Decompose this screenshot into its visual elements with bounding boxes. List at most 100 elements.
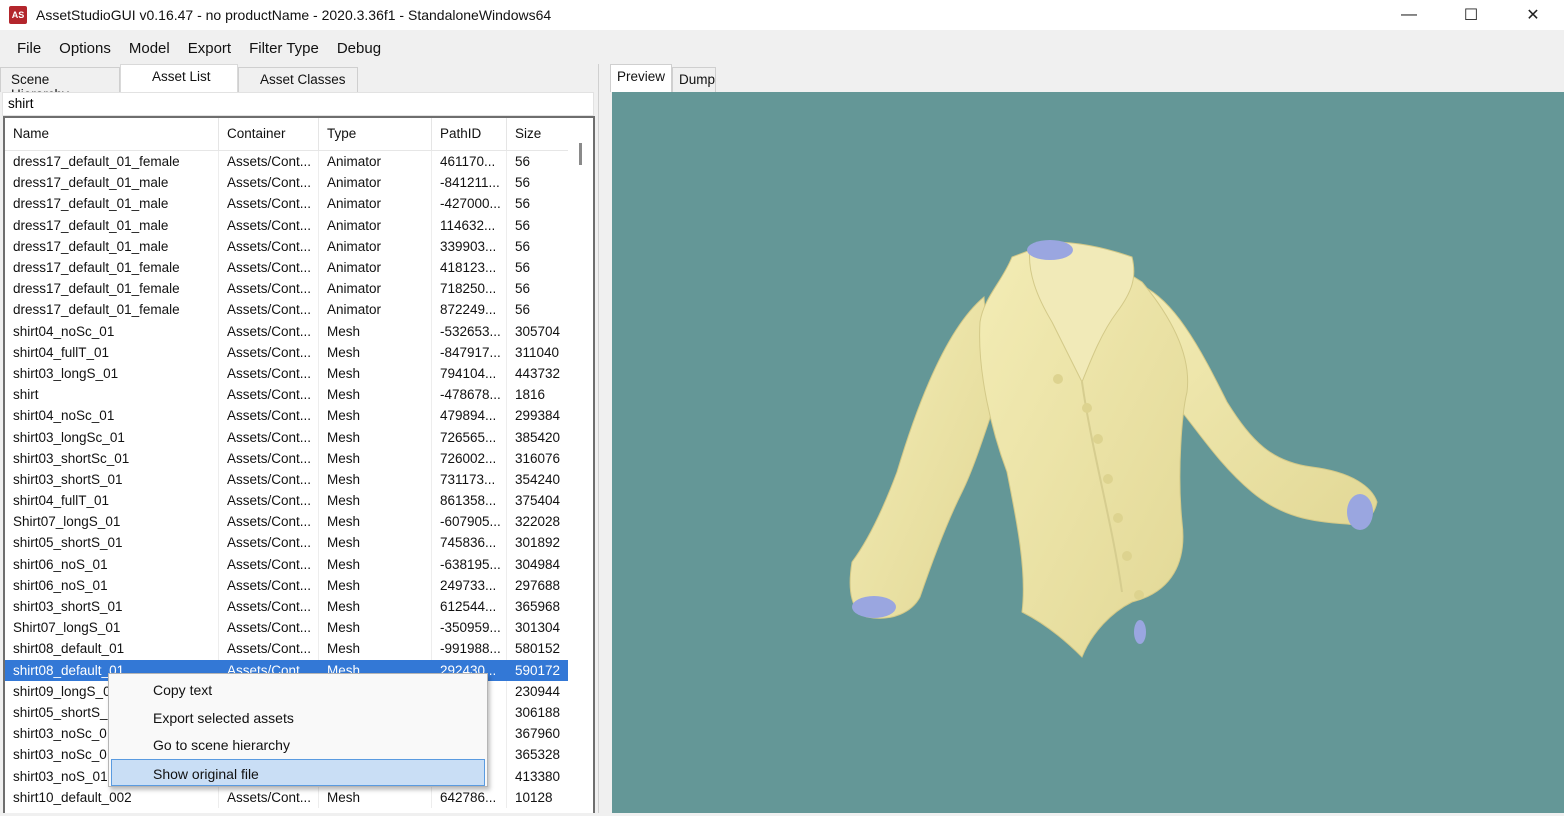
tab-scene-hierarchy[interactable]: Scene Hierarchy	[0, 67, 120, 102]
ctx-show-original-file[interactable]: Show original file	[111, 758, 485, 786]
row-pathid-cell: -427000...	[432, 193, 507, 215]
row-size-cell: 365328	[507, 744, 569, 766]
shirt-button	[1134, 590, 1144, 600]
table-row[interactable]: dress17_default_01_female Assets/Cont... A…	[5, 299, 571, 321]
row-name-cell: shirt03_shortSc_01	[5, 447, 219, 469]
table-row[interactable]: Shirt07_longS_01 Assets/Cont... Mesh -60790…	[5, 511, 571, 533]
row-pathid-cell: -841211...	[432, 172, 507, 194]
table-row[interactable]: shirt06_noS_01 Assets/Cont... Mesh -638195.…	[5, 553, 571, 575]
table-row[interactable]: dress17_default_01_male Assets/Cont... Ani…	[5, 172, 571, 194]
row-name-cell: shirt10_default_002	[5, 786, 219, 808]
table-row[interactable]: shirt04_noSc_01 Assets/Cont... Mesh -532653…	[5, 320, 571, 342]
row-type-cell: Mesh	[319, 384, 432, 406]
shirt-button	[1093, 434, 1103, 444]
left-cuff-opening	[852, 596, 896, 618]
table-row[interactable]: shirt04_fullT_01 Assets/Cont... Mesh -84791…	[5, 341, 571, 363]
row-container-cell: Assets/Cont...	[219, 786, 319, 808]
table-row[interactable]: dress17_default_01_female Assets/Cont... A…	[5, 256, 571, 279]
table-row[interactable]: shirt10_default_002 Assets/Cont... Mesh 642…	[5, 786, 571, 808]
preview-viewport[interactable]	[612, 92, 1564, 813]
ctx-export-selected-assets[interactable]: Export selected assets	[109, 704, 487, 732]
row-size-cell: 443732	[507, 362, 569, 385]
close-button[interactable]: ✕	[1502, 0, 1564, 30]
row-container-cell: Assets/Cont...	[219, 553, 319, 575]
row-container-cell: Assets/Cont...	[219, 490, 319, 512]
row-pathid-cell: -532653...	[432, 320, 507, 342]
minimize-button[interactable]: —	[1378, 0, 1440, 30]
window-controls: — ☐ ✕	[1378, 0, 1564, 30]
table-row[interactable]: dress17_default_01_male Assets/Cont... Ani…	[5, 235, 571, 257]
row-name-cell: dress17_default_01_male	[5, 214, 219, 236]
tab-asset-list[interactable]: Asset List	[120, 64, 238, 92]
row-size-cell: 56	[507, 172, 569, 194]
table-row[interactable]: shirt03_shortS_01 Assets/Cont... Mesh 73117…	[5, 468, 571, 490]
table-row[interactable]: shirt03_longS_01 Assets/Cont... Mesh 794104…	[5, 362, 571, 385]
table-row[interactable]: shirt03_shortS_01 Assets/Cont... Mesh 61254…	[5, 595, 571, 618]
row-size-cell: 56	[507, 193, 569, 215]
table-row[interactable]: shirt06_noS_01 Assets/Cont... Mesh 249733..…	[5, 574, 571, 596]
table-row[interactable]: shirt04_noSc_01 Assets/Cont... Mesh 479894.…	[5, 405, 571, 427]
row-type-cell: Animator	[319, 151, 432, 173]
row-type-cell: Mesh	[319, 320, 432, 342]
vertical-scrollbar[interactable]	[568, 118, 593, 813]
row-size-cell: 56	[507, 256, 569, 279]
table-row[interactable]: shirt05_shortS_01 Assets/Cont... Mesh 74583…	[5, 532, 571, 554]
tab-preview[interactable]: Preview	[610, 64, 672, 92]
row-size-cell: 354240	[507, 468, 569, 490]
tab-dump[interactable]: Dump	[672, 67, 716, 92]
shirt-left-sleeve	[849, 295, 993, 619]
column-pathid[interactable]: PathID	[432, 118, 507, 150]
row-name-cell: dress17_default_01_female	[5, 278, 219, 300]
table-row[interactable]: shirt04_fullT_01 Assets/Cont... Mesh 861358…	[5, 490, 571, 512]
row-container-cell: Assets/Cont...	[219, 214, 319, 236]
table-row[interactable]: dress17_default_01_male Assets/Cont... Ani…	[5, 214, 571, 236]
ctx-go-to-scene-hierarchy[interactable]: Go to scene hierarchy	[109, 731, 487, 759]
row-size-cell: 56	[507, 151, 569, 173]
menu-debug[interactable]: Debug	[328, 40, 390, 57]
row-type-cell: Mesh	[319, 786, 432, 808]
column-name[interactable]: Name	[5, 118, 219, 150]
row-type-cell: Animator	[319, 299, 432, 321]
row-name-cell: dress17_default_01_male	[5, 172, 219, 194]
app-icon: AS	[9, 6, 27, 24]
table-row[interactable]: shirt Assets/Cont... Mesh -478678... 1816	[5, 384, 571, 406]
row-type-cell: Mesh	[319, 447, 432, 469]
row-type-cell: Mesh	[319, 341, 432, 363]
row-type-cell: Mesh	[319, 426, 432, 448]
menu-model[interactable]: Model	[120, 40, 179, 57]
menu-filter-type[interactable]: Filter Type	[240, 40, 328, 57]
row-pathid-cell: 642786...	[432, 786, 507, 808]
shirt-button	[1053, 374, 1063, 384]
hem-inner	[1134, 620, 1146, 644]
tab-asset-classes[interactable]: Asset Classes	[238, 67, 358, 92]
scrollbar-thumb[interactable]	[579, 143, 582, 165]
table-row[interactable]: shirt03_shortSc_01 Assets/Cont... Mesh 7260…	[5, 447, 571, 469]
row-type-cell: Mesh	[319, 468, 432, 490]
column-container[interactable]: Container	[219, 118, 319, 150]
row-pathid-cell: 461170...	[432, 151, 507, 173]
table-row[interactable]: shirt08_default_01 Assets/Cont... Mesh -991…	[5, 638, 571, 660]
row-type-cell: Mesh	[319, 511, 432, 533]
right-tabs: Preview Dump	[610, 64, 716, 92]
table-row[interactable]: Shirt07_longS_01 Assets/Cont... Mesh -35095…	[5, 617, 571, 639]
column-size[interactable]: Size	[507, 118, 569, 150]
menu-file[interactable]: File	[8, 40, 50, 57]
row-pathid-cell: -607905...	[432, 511, 507, 533]
row-size-cell: 299384	[507, 405, 569, 427]
column-type[interactable]: Type	[319, 118, 432, 150]
ctx-copy-text[interactable]: Copy text	[109, 676, 487, 704]
table-row[interactable]: shirt03_longSc_01 Assets/Cont... Mesh 72656…	[5, 426, 571, 448]
row-size-cell: 304984	[507, 553, 569, 575]
row-container-cell: Assets/Cont...	[219, 299, 319, 321]
shirt-button	[1082, 403, 1092, 413]
table-row[interactable]: dress17_default_01_female Assets/Cont... A…	[5, 151, 571, 173]
row-type-cell: Animator	[319, 214, 432, 236]
menu-export[interactable]: Export	[179, 40, 240, 57]
row-name-cell: shirt03_longS_01	[5, 362, 219, 385]
menu-options[interactable]: Options	[50, 40, 120, 57]
table-row[interactable]: dress17_default_01_female Assets/Cont... A…	[5, 278, 571, 300]
pane-splitter[interactable]	[598, 64, 606, 813]
table-row[interactable]: dress17_default_01_male Assets/Cont... Ani…	[5, 193, 571, 215]
search-input[interactable]: shirt	[2, 92, 594, 116]
maximize-button[interactable]: ☐	[1440, 0, 1502, 30]
